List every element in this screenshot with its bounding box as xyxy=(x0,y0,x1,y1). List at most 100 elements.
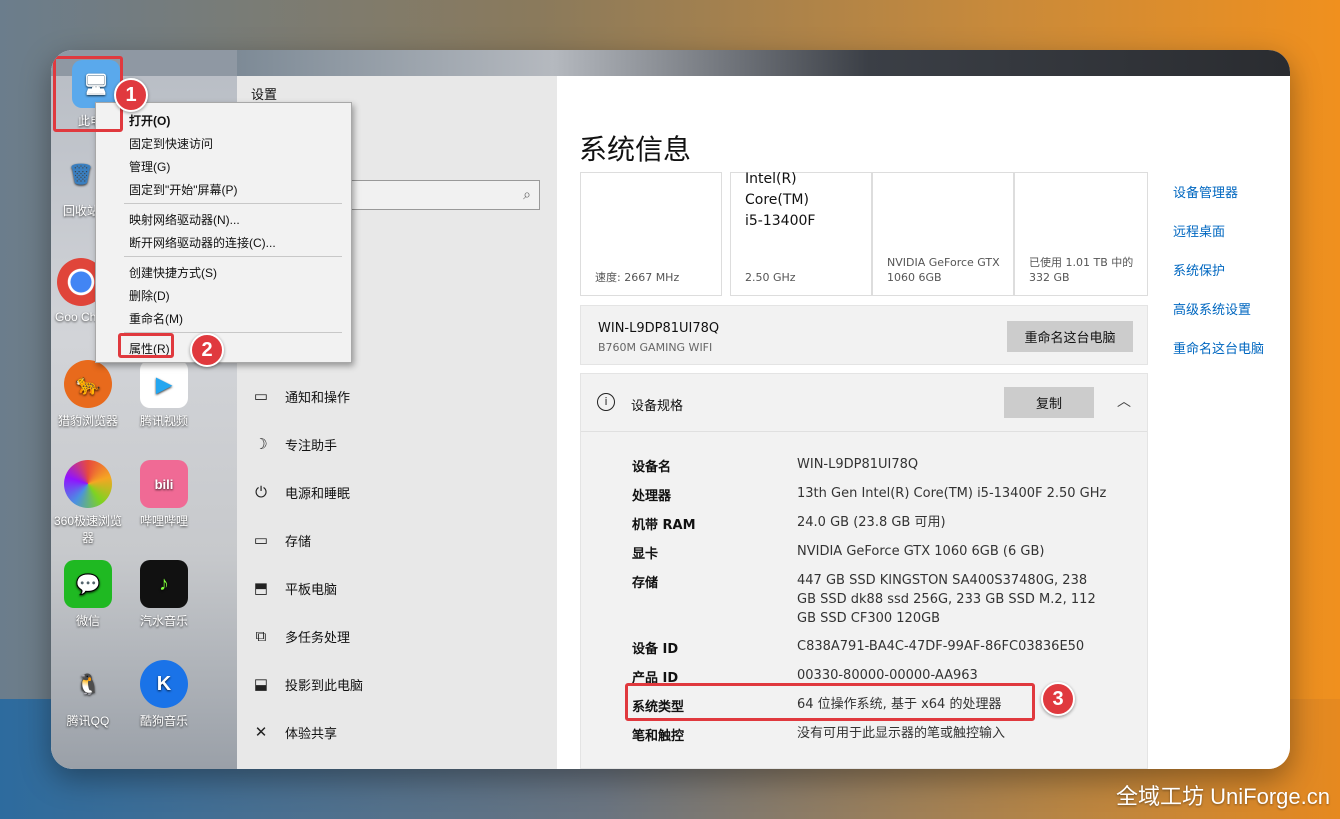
desktop-icon-label: 360极速浏览器 xyxy=(53,514,123,545)
top-strip xyxy=(237,50,1290,76)
menu-item-disconnect-drive[interactable]: 断开网络驱动器的连接(C)... xyxy=(129,234,276,251)
desktop-icon-bilibili[interactable]: bili 哔哩哔哩 xyxy=(127,460,201,529)
kugou-icon: K xyxy=(140,660,188,708)
desktop-icon-label: 猎豹浏览器 xyxy=(57,414,118,428)
link-system-protection[interactable]: 系统保护 xyxy=(1173,260,1225,279)
system-info-pane: 系统信息 速度: 2667 MHz Intel(R) Core(TM) i5-1… xyxy=(557,76,1290,769)
spec-header[interactable]: i 设备规格 复制 ︿ xyxy=(581,374,1147,432)
share-icon: ✕ xyxy=(254,724,268,741)
link-remote-desktop[interactable]: 远程桌面 xyxy=(1173,221,1225,240)
menu-item-map-drive[interactable]: 映射网络驱动器(N)... xyxy=(129,211,240,228)
nav-item-multitasking[interactable]: ⧉ 多任务处理 xyxy=(251,623,350,649)
menu-item-pin-start[interactable]: 固定到"开始"屏幕(P) xyxy=(129,181,238,198)
page-title: 系统信息 xyxy=(579,134,692,165)
storage-card: 已使用 1.01 TB 中的 332 GB xyxy=(1014,172,1148,296)
qishui-music-icon: ♪ xyxy=(140,560,188,608)
info-icon: i xyxy=(597,393,615,411)
card-title: Intel(R) Core(TM) i5-13400F xyxy=(745,171,816,229)
cheetah-browser-icon: 🐆 xyxy=(64,360,112,408)
desktop-icon-label: 哔哩哔哩 xyxy=(139,514,188,528)
memory-card: 速度: 2667 MHz xyxy=(580,172,722,296)
spec-value: NVIDIA GeForce GTX 1060 6GB (6 GB) xyxy=(797,544,1045,559)
qq-penguin-icon: 🐧 xyxy=(75,673,101,696)
wechat-icon: 💬 xyxy=(64,560,112,608)
nav-item-label: 存储 xyxy=(285,533,312,549)
bilibili-icon: bili xyxy=(140,460,188,508)
menu-item-delete[interactable]: 删除(D) xyxy=(129,287,170,304)
desktop-icon-kugou[interactable]: K 酷狗音乐 xyxy=(127,660,201,729)
search-icon: ⌕ xyxy=(523,187,531,203)
settings-header: 设置 xyxy=(251,87,278,102)
menu-separator xyxy=(124,256,342,257)
spec-value: 447 GB SSD KINGSTON SA400S37480G, 238 GB… xyxy=(797,573,1096,626)
menu-item-rename[interactable]: 重命名(M) xyxy=(129,310,183,327)
notification-icon: ▭ xyxy=(253,388,269,405)
card-detail: 已使用 1.01 TB 中的 332 GB xyxy=(1029,256,1134,284)
nav-item-focus-assist[interactable]: ☽ 专注助手 xyxy=(251,431,337,457)
context-menu: 打开(O) 固定到快速访问 管理(G) 固定到"开始"屏幕(P) 映射网络驱动器… xyxy=(95,102,352,363)
desktop-icon-wechat[interactable]: 💬 微信 xyxy=(51,560,125,629)
nav-item-label: 专注助手 xyxy=(285,437,338,453)
nav-item-label: 多任务处理 xyxy=(285,629,351,645)
desktop-icon-label: 回收站 xyxy=(62,204,99,218)
step-badge-2: 2 xyxy=(190,333,224,367)
spec-label: 机带 RAM xyxy=(632,518,696,533)
nav-item-notifications[interactable]: ▭ 通知和操作 xyxy=(251,383,350,409)
highlight-this-pc xyxy=(53,56,123,132)
desktop-icon-qishui[interactable]: ♪ 汽水音乐 xyxy=(127,560,201,629)
nav-item-label: 电源和睡眠 xyxy=(285,485,351,501)
graphics-card: NVIDIA GeForce GTX 1060 6GB xyxy=(872,172,1014,296)
power-icon: ⏻ xyxy=(255,483,267,501)
spec-value: WIN-L9DP81UI78Q xyxy=(797,457,919,472)
spec-label: 处理器 xyxy=(632,489,672,504)
nav-item-power[interactable]: ⏻ 电源和睡眠 xyxy=(251,479,350,505)
desktop-icon-tencent-video[interactable]: ▶ 腾讯视频 xyxy=(127,360,201,429)
chevron-up-icon[interactable]: ︿ xyxy=(1117,391,1131,411)
spec-label: 笔和触控 xyxy=(632,729,685,744)
moon-icon: ☽ xyxy=(254,436,268,453)
copy-button[interactable]: 复制 xyxy=(1004,387,1094,418)
spec-label: 设备名 xyxy=(632,460,672,475)
nav-item-project[interactable]: ⬓ 投影到此电脑 xyxy=(251,671,363,697)
spec-value: 13th Gen Intel(R) Core(TM) i5-13400F 2.5… xyxy=(797,486,1107,501)
link-device-manager[interactable]: 设备管理器 xyxy=(1173,182,1238,201)
screenshot-frame: 🖥 此电脑 🗑 回收站 Goo Chro 🐆 猎豹浏览器 ▶ 腾讯视频 360极… xyxy=(51,50,1290,769)
spec-label: 存储 xyxy=(632,576,659,591)
nav-item-label: 平板电脑 xyxy=(285,581,338,597)
menu-item-create-shortcut[interactable]: 创建快捷方式(S) xyxy=(129,264,217,281)
menu-item-manage[interactable]: 管理(G) xyxy=(129,158,170,175)
highlight-system-type xyxy=(625,683,1035,721)
step-badge-1: 1 xyxy=(114,78,148,112)
desktop-icon-360[interactable]: 360极速浏览器 xyxy=(51,460,125,546)
desktop-icon-label: 汽水音乐 xyxy=(139,614,188,628)
nav-item-shared-experiences[interactable]: ✕ 体验共享 xyxy=(251,719,337,745)
menu-item-open[interactable]: 打开(O) xyxy=(129,112,170,129)
pc-name: WIN-L9DP81UI78Q xyxy=(598,321,720,336)
summary-cards: 速度: 2667 MHz Intel(R) Core(TM) i5-13400F… xyxy=(580,171,1148,296)
spec-label: 显卡 xyxy=(632,547,659,562)
nav-item-label: 体验共享 xyxy=(285,725,338,741)
browser-360-icon xyxy=(64,460,112,508)
menu-item-pin-quick-access[interactable]: 固定到快速访问 xyxy=(129,135,213,152)
nav-item-tablet[interactable]: ⬒ 平板电脑 xyxy=(251,575,337,601)
pc-name-bar: WIN-L9DP81UI78Q B760M GAMING WIFI 重命名这台电… xyxy=(580,305,1148,365)
card-detail: NVIDIA GeForce GTX 1060 6GB xyxy=(887,256,1000,284)
multitask-icon: ⧉ xyxy=(255,627,267,645)
nav-item-storage[interactable]: ▭ 存储 xyxy=(251,527,311,553)
card-detail: 速度: 2667 MHz xyxy=(595,271,680,284)
spec-value: C838A791-BA4C-47DF-99AF-86FC03836E50 xyxy=(797,639,1085,654)
rename-pc-button[interactable]: 重命名这台电脑 xyxy=(1007,321,1133,352)
desktop-icon-label: 腾讯QQ xyxy=(66,714,110,728)
tablet-icon: ⬒ xyxy=(253,580,269,597)
link-advanced-settings[interactable]: 高级系统设置 xyxy=(1173,299,1251,318)
desktop-icon-qq[interactable]: 🐧 腾讯QQ xyxy=(51,660,125,729)
desktop-icon-label: 酷狗音乐 xyxy=(139,714,188,728)
desktop-icon-cheetah[interactable]: 🐆 猎豹浏览器 xyxy=(51,360,125,429)
spec-label: 设备 ID xyxy=(632,642,679,657)
spec-value: 24.0 GB (23.8 GB 可用) xyxy=(797,515,946,530)
storage-icon: ▭ xyxy=(253,532,269,549)
desktop-icon-label: 微信 xyxy=(75,614,100,628)
link-rename-pc[interactable]: 重命名这台电脑 xyxy=(1173,338,1264,357)
step-badge-3: 3 xyxy=(1041,682,1075,716)
highlight-properties xyxy=(118,333,174,358)
